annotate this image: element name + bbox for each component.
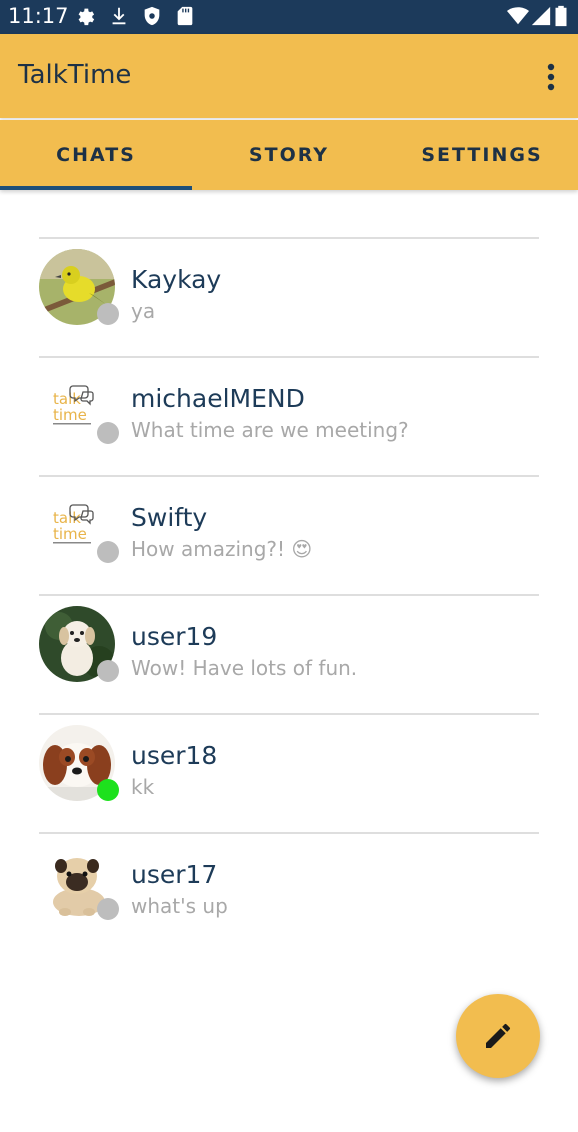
chat-name: Kaykay: [131, 265, 222, 294]
app-bar: TalkTime: [0, 34, 578, 118]
chat-name: user19: [131, 622, 218, 651]
chat-last-message: ya: [131, 299, 156, 323]
app-title: TalkTime: [18, 60, 132, 90]
battery-icon: [555, 5, 567, 27]
svg-text:time: time: [53, 406, 87, 424]
shield-icon: [144, 6, 160, 26]
tab-chats[interactable]: CHATS: [0, 120, 192, 190]
chat-row-kaykay[interactable]: Kaykay ya: [0, 239, 578, 357]
chat-last-message: How amazing?! 😍: [131, 537, 313, 561]
chat-row-user19[interactable]: user19 Wow! Have lots of fun.: [0, 596, 578, 714]
pencil-icon: [486, 1023, 510, 1048]
tab-story[interactable]: STORY: [193, 120, 385, 190]
chat-name: user17: [131, 860, 218, 889]
chat-last-message: what's up: [131, 894, 228, 918]
presence-indicator: [97, 541, 119, 563]
tab-settings[interactable]: SETTINGS: [386, 120, 578, 190]
chat-row-swifty[interactable]: talk time Swifty How amazing?! 😍: [0, 477, 578, 595]
chat-name: user18: [131, 741, 218, 770]
chat-last-message: kk: [131, 775, 155, 799]
signal-icon: [531, 6, 551, 26]
status-time: 11:17: [8, 4, 69, 28]
tab-bar: CHATS STORY SETTINGS: [0, 120, 578, 190]
chat-name: michaelMEND: [131, 384, 305, 413]
presence-indicator: [97, 422, 119, 444]
chat-last-message: What time are we meeting?: [131, 418, 409, 442]
chat-last-message: Wow! Have lots of fun.: [131, 656, 358, 680]
more-vert-icon[interactable]: [538, 60, 564, 94]
presence-indicator: [97, 660, 119, 682]
chat-row-michaelmend[interactable]: talk time michaelMEND What time are we m…: [0, 358, 578, 476]
compose-button[interactable]: [456, 994, 540, 1078]
sd-card-icon: [177, 6, 193, 26]
presence-indicator: [97, 303, 119, 325]
chat-name: Swifty: [131, 503, 208, 532]
presence-indicator: [97, 898, 119, 920]
chat-row-user17[interactable]: user17 what's up: [0, 834, 578, 952]
svg-text:time: time: [53, 525, 87, 543]
gear-icon: [78, 8, 95, 26]
download-icon: [112, 7, 126, 25]
presence-indicator: [97, 779, 119, 801]
status-bar: 11:17: [0, 0, 578, 34]
wifi-icon: [507, 7, 529, 25]
chat-row-user18[interactable]: user18 kk: [0, 715, 578, 833]
